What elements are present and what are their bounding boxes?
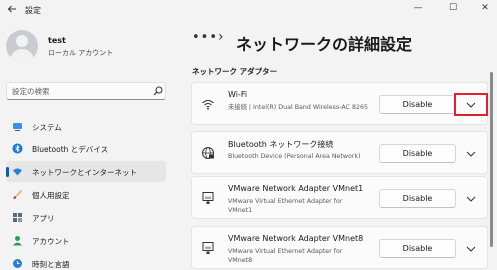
account-type: ローカル アカウント <box>48 49 114 57</box>
user-profile[interactable]: test ローカル アカウント <box>6 30 181 70</box>
sidebar-item-bluetooth[interactable]: Bluetooth とデバイス <box>6 138 166 159</box>
user-name: test <box>48 36 66 45</box>
sidebar-item-label: 時刻と言語 <box>32 260 70 269</box>
expand-button[interactable] <box>461 239 481 258</box>
sidebar-item-accounts[interactable]: アカウント <box>6 230 166 251</box>
chevron-down-icon <box>466 196 476 202</box>
title-bar: 設定 — ☐ ✕ <box>0 0 497 22</box>
account-icon <box>13 236 22 246</box>
sidebar-item-label: アカウント <box>32 237 70 246</box>
back-arrow-icon <box>7 5 16 13</box>
maximize-button[interactable]: ☐ <box>438 0 468 20</box>
sidebar-item-label: アプリ <box>32 214 55 223</box>
expand-button[interactable] <box>461 189 481 208</box>
disable-button[interactable]: Disable <box>379 144 456 163</box>
chevron-down-icon <box>466 102 476 108</box>
search-icon[interactable] <box>153 86 163 96</box>
ethernet-icon <box>202 242 214 254</box>
brush-icon <box>13 190 22 199</box>
disable-button[interactable]: Disable <box>379 239 456 258</box>
adapter-name: Bluetooth ネットワーク接続 <box>228 140 334 149</box>
avatar-head <box>16 35 28 47</box>
sidebar-item-label: システム <box>32 123 62 132</box>
adapter-card-bluetooth[interactable]: Bluetooth ネットワーク接続 Bluetooth Device (Per… <box>191 131 488 174</box>
sidebar-item-time-language[interactable]: 時刻と言語 <box>6 253 166 270</box>
section-title: ネットワーク アダプター <box>192 67 278 76</box>
page-title: ネットワークの詳細設定 <box>236 35 413 54</box>
settings-search[interactable] <box>6 82 166 100</box>
sidebar-item-apps[interactable]: アプリ <box>6 207 166 228</box>
search-input[interactable] <box>12 85 142 97</box>
scrollbar[interactable] <box>490 72 493 247</box>
adapter-card-vmnet1[interactable]: VMware Network Adapter VMnet1 VMware Vir… <box>191 176 488 219</box>
sidebar-item-system[interactable]: システム <box>6 116 166 137</box>
expand-button[interactable] <box>454 93 488 116</box>
breadcrumb-overflow-button[interactable]: ••• <box>192 30 218 45</box>
sidebar-item-label: ネットワークとインターネット <box>32 168 137 177</box>
adapter-description: VMware Virtual Ethernet Adapter for VMne… <box>228 198 343 214</box>
system-icon <box>13 123 22 131</box>
chevron-down-icon <box>466 151 476 157</box>
adapter-card-vmnet8[interactable]: VMware Network Adapter VMnet8 VMware Vir… <box>191 226 488 269</box>
close-button[interactable]: ✕ <box>470 0 497 20</box>
minimize-button[interactable]: — <box>403 0 433 20</box>
avatar-body <box>10 49 34 62</box>
sidebar-item-network[interactable]: ネットワークとインターネット <box>6 161 166 182</box>
adapter-name: VMware Network Adapter VMnet1 <box>228 184 364 193</box>
ethernet-icon <box>202 192 214 204</box>
adapter-name: Wi-Fi <box>228 90 248 99</box>
adapter-name: VMware Network Adapter VMnet8 <box>228 234 364 243</box>
wifi-icon <box>202 100 214 110</box>
apps-icon <box>13 213 22 222</box>
sidebar-item-label: Bluetooth とデバイス <box>32 145 109 154</box>
adapter-description: VMware Virtual Ethernet Adapter for VMne… <box>228 248 343 264</box>
disable-button[interactable]: Disable <box>379 189 456 208</box>
app-title: 設定 <box>25 6 41 15</box>
adapter-card-wifi[interactable]: Wi-Fi 未接続 | Intel(R) Dual Band Wireless-… <box>191 82 488 125</box>
chevron-down-icon <box>466 246 476 252</box>
breadcrumb-separator: › <box>218 29 224 45</box>
back-button[interactable] <box>4 3 20 19</box>
active-indicator <box>6 167 9 177</box>
expand-button[interactable] <box>461 144 481 163</box>
globe-icon <box>202 147 214 159</box>
bluetooth-icon <box>12 143 23 154</box>
adapter-description: 未接続 | Intel(R) Dual Band Wireless-AC 826… <box>228 104 368 111</box>
avatar <box>6 30 38 62</box>
clock-icon <box>13 259 22 268</box>
sidebar-item-label: 個人用設定 <box>32 191 70 200</box>
disable-button[interactable]: Disable <box>379 95 456 114</box>
network-icon <box>13 168 22 176</box>
sidebar-item-personalization[interactable]: 個人用設定 <box>6 184 166 205</box>
